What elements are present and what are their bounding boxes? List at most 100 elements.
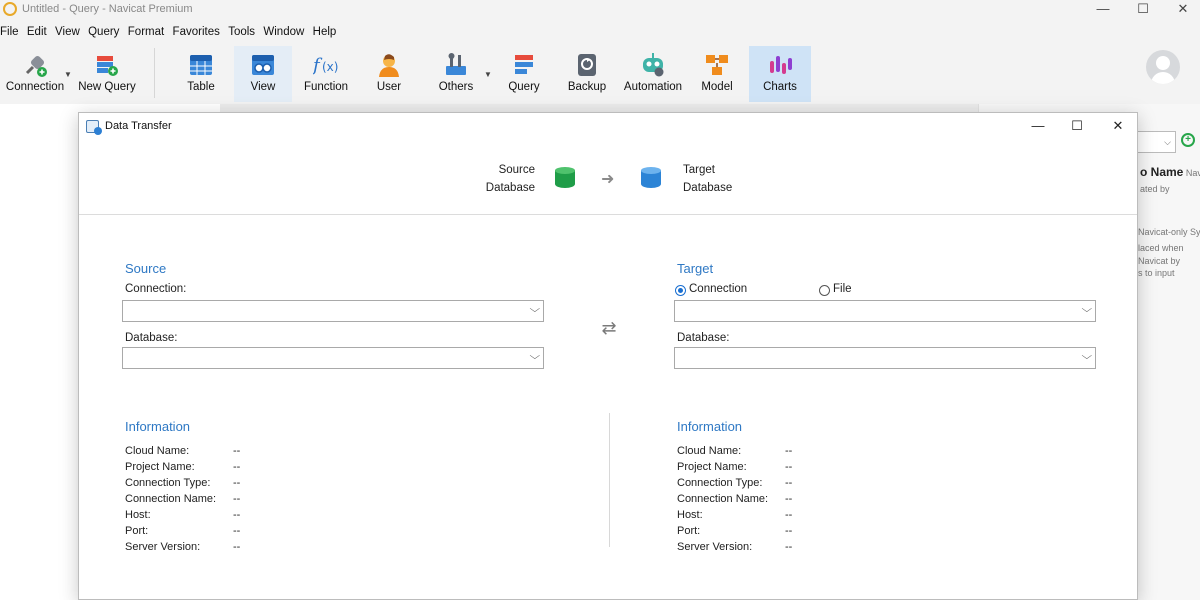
side-panel-dropdown[interactable]: ⌵ (1136, 131, 1176, 153)
close-button[interactable]: ✕ (1160, 0, 1200, 20)
dialog-title: Data Transfer (105, 120, 172, 132)
new-query-icon (94, 52, 120, 78)
connection-button[interactable]: Connection (2, 46, 68, 102)
connection-dropdown-icon[interactable]: ▼ (64, 70, 72, 79)
menu-edit[interactable]: Edit (27, 26, 47, 38)
charts-icon (767, 52, 793, 78)
new-query-button[interactable]: New Query (76, 46, 138, 102)
source-info-label: Server Version: (125, 541, 201, 553)
transfer-header: Source Database ➜ Target Database (79, 141, 1137, 215)
target-file-radio-label[interactable]: File (833, 283, 852, 295)
source-information-title: Information (125, 419, 191, 434)
target-connection-name-value: -- (785, 493, 793, 505)
svg-text:(x): (x) (322, 60, 338, 74)
source-database-select[interactable]: ⌵ (122, 347, 544, 369)
target-info-label: Cloud Name: (677, 445, 742, 457)
target-database-caption: Target Database (683, 164, 733, 194)
menu-tools[interactable]: Tools (228, 26, 255, 38)
source-port-value: -- (233, 525, 241, 537)
dialog-close-button[interactable]: ✕ (1103, 117, 1133, 137)
data-transfer-icon (86, 120, 102, 135)
user-button[interactable]: User (362, 46, 416, 102)
source-section-title: Source (125, 261, 167, 276)
target-section-title: Target (677, 261, 714, 276)
function-icon: f (x) (311, 52, 339, 78)
main-toolbar: Connection ▼ New Query Table View f (x) F… (0, 46, 1200, 102)
target-connection-radio[interactable] (675, 285, 686, 296)
table-icon (188, 52, 214, 78)
target-project-name-value: -- (785, 461, 793, 473)
others-dropdown-icon[interactable]: ▼ (484, 70, 492, 79)
source-database-icon (555, 167, 575, 189)
user-icon (376, 52, 402, 78)
query-button[interactable]: Query (498, 46, 550, 102)
target-info-label: Server Version: (677, 541, 753, 553)
source-host-value: -- (233, 509, 241, 521)
model-icon (704, 52, 730, 78)
query-icon (511, 52, 537, 78)
target-file-radio[interactable] (819, 285, 830, 296)
source-database-caption: Source Database (485, 164, 535, 194)
swap-icon[interactable]: ⇄ (597, 319, 621, 339)
source-info-label: Host: (125, 509, 151, 521)
menu-window[interactable]: Window (263, 26, 304, 38)
side-panel-line: laced when (1138, 243, 1184, 253)
source-info-label: Connection Type: (125, 477, 211, 489)
backup-icon (574, 52, 600, 78)
tools-icon (443, 52, 469, 78)
target-connection-radio-label[interactable]: Connection (689, 283, 747, 295)
target-connection-type-value: -- (785, 477, 793, 489)
window-title: Untitled - Query - Navicat Premium (22, 3, 193, 15)
source-info-label: Connection Name: (125, 493, 217, 505)
source-connection-select[interactable]: ⌵ (122, 300, 544, 322)
target-port-value: -- (785, 525, 793, 537)
menu-favorites[interactable]: Favorites (173, 26, 220, 38)
backup-button[interactable]: Backup (560, 46, 614, 102)
model-button[interactable]: Model (692, 46, 742, 102)
chevron-down-icon: ⌵ (529, 304, 541, 315)
source-connection-label: Connection: (125, 283, 187, 295)
side-panel-line: Navicat by (1138, 256, 1181, 266)
side-panel-heading: o Name Navi (1140, 165, 1200, 179)
chevron-down-icon: ⌵ (1081, 351, 1093, 362)
info-divider (609, 413, 610, 547)
arrow-right-icon: ➜ (601, 171, 615, 188)
charts-button[interactable]: Charts (749, 46, 811, 102)
source-connection-type-value: -- (233, 477, 241, 489)
side-panel-line: ated by (1140, 184, 1170, 194)
menu-file[interactable]: File (0, 26, 19, 38)
target-connection-select[interactable]: ⌵ (674, 300, 1096, 322)
main-titlebar: Untitled - Query - Navicat Premium — ☐ ✕ (0, 0, 1200, 20)
menu-query[interactable]: Query (88, 26, 119, 38)
connection-plug-icon (22, 52, 48, 78)
side-panel-line: s to input (1138, 268, 1175, 278)
add-icon[interactable]: + (1181, 133, 1195, 147)
source-info-label: Cloud Name: (125, 445, 190, 457)
automation-button[interactable]: Automation (620, 46, 686, 102)
robot-icon (640, 52, 666, 78)
source-server-version-value: -- (233, 541, 241, 553)
dialog-maximize-button[interactable]: ☐ (1062, 117, 1092, 137)
source-info-label: Port: (125, 525, 149, 537)
data-transfer-dialog: Data Transfer — ☐ ✕ Source Database ➜ Ta… (78, 112, 1138, 600)
target-database-icon (641, 167, 661, 189)
menu-help[interactable]: Help (313, 26, 337, 38)
menu-format[interactable]: Format (128, 26, 164, 38)
user-avatar-icon[interactable] (1146, 50, 1180, 84)
source-cloud-name-value: -- (233, 445, 241, 457)
table-button[interactable]: Table (174, 46, 228, 102)
others-button[interactable]: Others (428, 46, 484, 102)
view-icon (250, 52, 276, 78)
function-button[interactable]: f (x) Function (298, 46, 354, 102)
target-host-value: -- (785, 509, 793, 521)
target-info-label: Host: (677, 509, 703, 521)
side-panel-line: Navicat-only Syn (1138, 227, 1200, 237)
dialog-titlebar: Data Transfer — ☐ ✕ (79, 113, 1137, 141)
navicat-logo-icon (3, 2, 17, 16)
toolbar-separator (154, 48, 155, 98)
menu-view[interactable]: View (55, 26, 80, 38)
dialog-minimize-button[interactable]: — (1023, 117, 1053, 137)
view-button[interactable]: View (234, 46, 292, 102)
target-database-select[interactable]: ⌵ (674, 347, 1096, 369)
target-info-label: Connection Type: (677, 477, 763, 489)
